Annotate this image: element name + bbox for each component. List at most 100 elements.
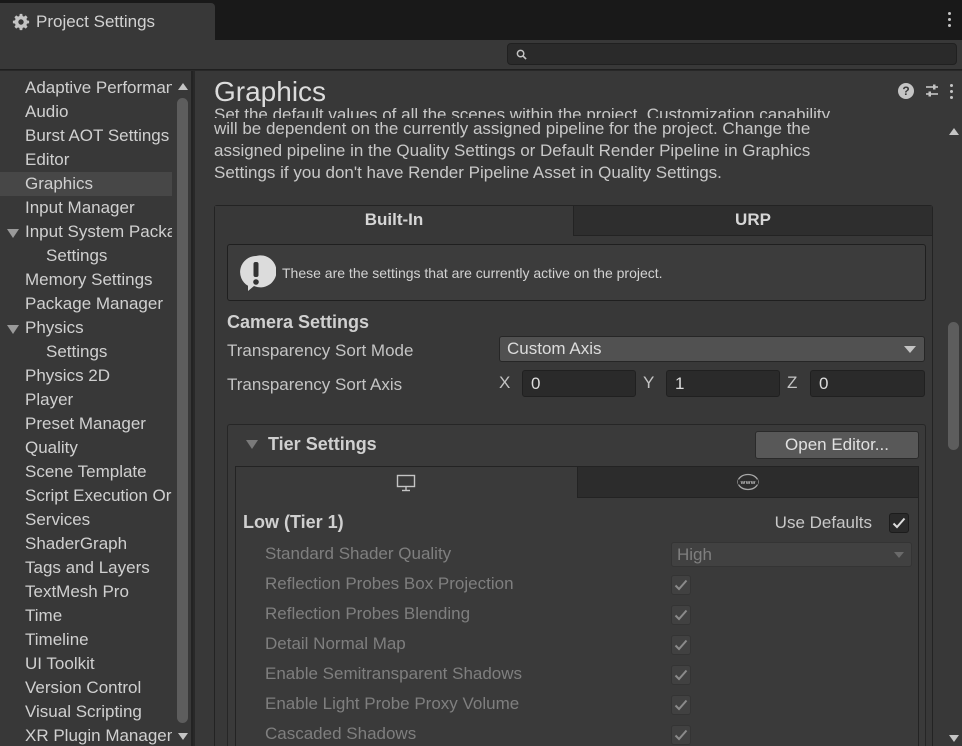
sidebar-item-label: Physics [25, 318, 84, 337]
sidebar-item-label: UI Toolkit [25, 654, 95, 673]
checkmark-icon [674, 669, 688, 681]
window-tab[interactable]: Project Settings [0, 3, 215, 40]
sidebar-item[interactable]: TextMesh Pro [0, 580, 172, 604]
scroll-up-arrow-icon[interactable] [178, 83, 188, 90]
sidebar-item-label: Preset Manager [25, 414, 146, 433]
sidebar-item-label: Burst AOT Settings [25, 126, 170, 145]
sidebar-item[interactable]: Physics [0, 316, 172, 340]
checkmark-icon [674, 699, 688, 711]
use-defaults-checkbox[interactable] [889, 513, 909, 533]
foldout-arrow-icon[interactable] [7, 325, 19, 334]
sidebar-item[interactable]: Settings [0, 340, 172, 364]
open-editor-button[interactable]: Open Editor... [755, 431, 919, 459]
sidebar-item-label: Package Manager [25, 294, 163, 313]
tier-property-checkbox[interactable] [671, 665, 691, 685]
sidebar-item-label: Audio [25, 102, 69, 121]
sidebar-item[interactable]: Input System Package [0, 220, 172, 244]
tab-built-in[interactable]: Built-In [215, 206, 574, 236]
sidebar-item[interactable]: Memory Settings [0, 268, 172, 292]
sidebar-item[interactable]: Settings [0, 244, 172, 268]
sidebar-item-label: Settings [46, 246, 108, 265]
sort-mode-value: Custom Axis [507, 339, 602, 358]
checkmark-icon [674, 729, 688, 741]
more-options-icon[interactable] [950, 83, 954, 99]
tab-webgl[interactable]: www [577, 467, 918, 498]
sidebar-item[interactable]: Scene Template [0, 460, 172, 484]
presets-sliders-icon[interactable] [924, 83, 940, 99]
sidebar-item[interactable]: ShaderGraph [0, 532, 172, 556]
sidebar-item-label: XR Plugin Management [25, 726, 172, 745]
sidebar-list: Adaptive Performance Audio Burst AOT Setti… [0, 71, 191, 746]
sidebar-item[interactable]: Time [0, 604, 172, 628]
monitor-icon [397, 474, 416, 491]
window-menu-icon[interactable] [948, 12, 952, 28]
sidebar-item[interactable]: Timeline [0, 628, 172, 652]
sidebar-scroll-thumb[interactable] [177, 98, 188, 723]
sidebar-item[interactable]: Graphics [0, 172, 172, 196]
sidebar-item[interactable]: Input Manager [0, 196, 172, 220]
sort-axis-label: Transparency Sort Axis [227, 375, 403, 394]
sidebar-item[interactable]: Preset Manager [0, 412, 172, 436]
sidebar-item[interactable]: XR Plugin Management [0, 724, 172, 746]
tier-property-label: Cascaded Shadows [265, 724, 417, 743]
tier-property-checkbox[interactable] [671, 575, 691, 595]
sidebar-item[interactable]: Editor [0, 148, 172, 172]
tier-property-checkbox[interactable] [671, 695, 691, 715]
description-text: Set the default values of all the scenes… [214, 105, 914, 184]
search-box[interactable] [507, 43, 957, 65]
sidebar-item[interactable]: Quality [0, 436, 172, 460]
sidebar-item[interactable]: Adaptive Performance [0, 76, 172, 100]
tier-property-checkbox[interactable] [671, 635, 691, 655]
sidebar-item[interactable]: Services [0, 508, 172, 532]
sidebar-item[interactable]: Tags and Layers [0, 556, 172, 580]
sidebar-item[interactable]: Burst AOT Settings [0, 124, 172, 148]
use-defaults-label: Use Defaults [774, 513, 872, 532]
axis-x-field[interactable]: 0 [522, 370, 636, 397]
axis-z-field[interactable]: 0 [810, 370, 925, 397]
search-icon [516, 49, 527, 60]
sidebar-item[interactable]: Package Manager [0, 292, 172, 316]
scroll-down-arrow-icon[interactable] [949, 735, 959, 742]
tab-standalone[interactable] [236, 467, 578, 498]
sidebar-item[interactable]: Visual Scripting [0, 700, 172, 724]
tab-urp[interactable]: URP [574, 206, 932, 236]
description-line: will be dependent on the currently assig… [214, 119, 811, 138]
axis-y-field[interactable]: 1 [666, 370, 780, 397]
window-title: Project Settings [36, 11, 156, 31]
checkmark-icon [674, 579, 688, 591]
sidebar-item-label: Time [25, 606, 63, 625]
main-scrollbar[interactable] [945, 121, 962, 746]
svg-text:www: www [740, 480, 755, 486]
sidebar-item[interactable]: Physics 2D [0, 364, 172, 388]
shader-quality-dropdown[interactable]: High [671, 542, 912, 567]
tier-settings-box: Tier Settings Open Editor... www Low (Ti… [227, 424, 926, 746]
sidebar-item-label: TextMesh Pro [25, 582, 129, 601]
tier-property-checkbox[interactable] [671, 605, 691, 625]
sidebar-item[interactable]: UI Toolkit [0, 652, 172, 676]
sidebar-item-label: Input Manager [25, 198, 135, 217]
search-input[interactable] [533, 46, 933, 62]
sidebar-item-label: Quality [25, 438, 78, 457]
scroll-down-arrow-icon[interactable] [178, 733, 188, 740]
sidebar-item[interactable]: Audio [0, 100, 172, 124]
main-scroll-thumb[interactable] [948, 322, 959, 450]
sidebar-item[interactable]: Player [0, 388, 172, 412]
sidebar-item-label: Physics 2D [25, 366, 111, 385]
chevron-down-icon [904, 346, 916, 353]
sidebar-item-label: Version Control [25, 678, 142, 697]
sidebar-item[interactable]: Version Control [0, 676, 172, 700]
help-icon[interactable]: ? [898, 83, 914, 99]
sidebar-item[interactable]: Script Execution Order [0, 484, 172, 508]
sidebar-item-label: ShaderGraph [25, 534, 128, 553]
checkmark-icon [674, 639, 688, 651]
sidebar-item-label: Settings [46, 342, 108, 361]
foldout-arrow-icon[interactable] [7, 229, 19, 238]
sort-mode-dropdown[interactable]: Custom Axis [499, 336, 925, 362]
sidebar-item-label: Tags and Layers [25, 558, 150, 577]
tier-property-checkbox[interactable] [671, 725, 691, 745]
sidebar-scrollbar[interactable] [174, 71, 191, 746]
foldout-arrow-icon [246, 440, 258, 449]
scroll-up-arrow-icon[interactable] [949, 128, 959, 135]
tier-settings-foldout[interactable]: Tier Settings [246, 434, 377, 455]
tier-property-label: Detail Normal Map [265, 634, 406, 653]
